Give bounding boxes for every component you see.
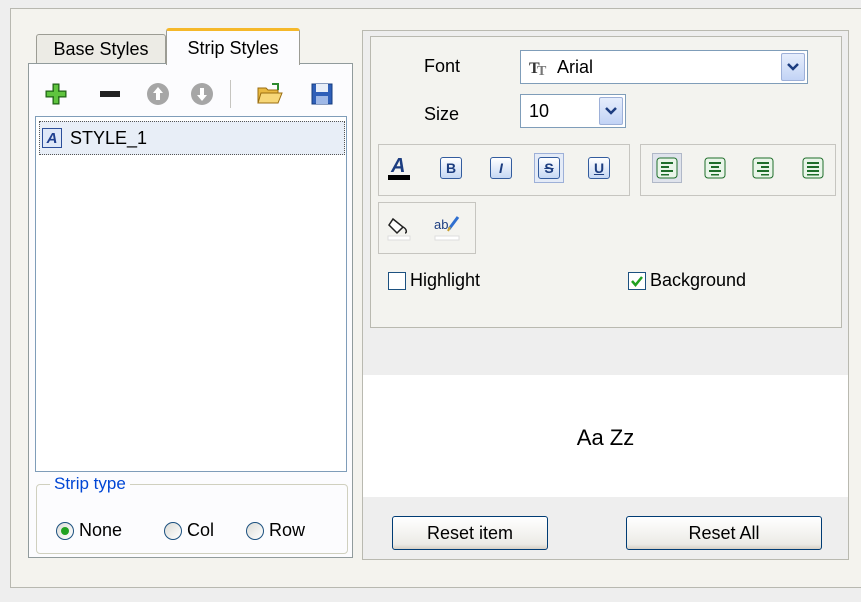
radio-col-label: Col bbox=[187, 520, 215, 540]
underline-icon: U bbox=[588, 157, 610, 179]
svg-text:A: A bbox=[390, 155, 405, 177]
chevron-down-icon bbox=[605, 107, 617, 115]
list-item-label: STYLE_1 bbox=[70, 127, 148, 148]
strip-type-group bbox=[36, 484, 348, 554]
tab-base-styles[interactable]: Base Styles bbox=[36, 34, 166, 64]
background-label: Background bbox=[650, 270, 747, 290]
highlight-checkbox[interactable]: Highlight bbox=[388, 270, 480, 291]
list-item[interactable]: A STYLE_1 bbox=[39, 121, 345, 155]
reset-item-button[interactable]: Reset item bbox=[392, 516, 548, 550]
align-center-icon bbox=[704, 157, 726, 179]
tab-strip-styles[interactable]: Strip Styles bbox=[166, 28, 300, 65]
radio-row-label: Row bbox=[269, 520, 306, 540]
reset-all-button[interactable]: Reset All bbox=[626, 516, 822, 550]
svg-text:ab: ab bbox=[434, 217, 448, 232]
svg-text:T: T bbox=[537, 64, 547, 76]
font-value: Arial bbox=[557, 56, 594, 77]
align-center-button[interactable] bbox=[700, 153, 730, 183]
move-down-button[interactable] bbox=[186, 78, 218, 110]
checkbox-box bbox=[388, 271, 406, 290]
italic-icon: I bbox=[490, 157, 512, 179]
move-up-button[interactable] bbox=[142, 78, 174, 110]
remove-icon bbox=[100, 91, 120, 97]
open-button[interactable] bbox=[254, 78, 286, 110]
underline-button[interactable]: U bbox=[584, 153, 614, 183]
align-justify-button[interactable] bbox=[798, 153, 828, 183]
tab-strip-styles-label: Strip Styles bbox=[187, 37, 279, 58]
styles-list[interactable]: A STYLE_1 bbox=[35, 116, 347, 472]
align-left-icon bbox=[656, 157, 678, 179]
radio-none[interactable]: None bbox=[56, 520, 122, 541]
remove-button[interactable] bbox=[94, 78, 126, 110]
save-button[interactable] bbox=[306, 78, 338, 110]
highlight-label: Highlight bbox=[410, 270, 481, 290]
strikeout-button[interactable]: S bbox=[534, 153, 564, 183]
tab-base-styles-label: Base Styles bbox=[53, 39, 149, 59]
checkbox-box bbox=[628, 271, 646, 290]
font-dropdown-arrow[interactable] bbox=[781, 53, 805, 81]
radio-none-label: None bbox=[79, 520, 123, 540]
radio-indicator bbox=[246, 521, 264, 540]
radio-indicator bbox=[56, 521, 74, 540]
add-button[interactable] bbox=[40, 78, 72, 110]
align-left-button[interactable] bbox=[652, 153, 682, 183]
check-icon bbox=[631, 275, 643, 287]
truetype-font-icon: T T bbox=[529, 60, 547, 76]
style-preview: Aa Zz bbox=[363, 375, 848, 497]
size-label: Size bbox=[424, 104, 460, 124]
align-right-button[interactable] bbox=[748, 153, 778, 183]
move-down-icon bbox=[191, 83, 213, 105]
size-dropdown-arrow[interactable] bbox=[599, 97, 623, 125]
move-up-icon bbox=[147, 83, 169, 105]
paint-bucket-icon bbox=[387, 217, 411, 241]
italic-button[interactable]: I bbox=[486, 153, 516, 183]
font-color-icon: A bbox=[388, 155, 410, 180]
chevron-down-icon bbox=[787, 63, 799, 71]
bold-icon: B bbox=[440, 157, 462, 179]
style-icon: A bbox=[42, 128, 62, 148]
save-icon bbox=[311, 83, 333, 105]
size-select[interactable]: 10 bbox=[520, 94, 626, 128]
radio-col[interactable]: Col bbox=[164, 520, 214, 541]
background-checkbox[interactable]: Background bbox=[628, 270, 746, 291]
text-color-icon: ab bbox=[434, 216, 460, 241]
align-right-icon bbox=[752, 157, 774, 179]
font-color-button[interactable]: A bbox=[384, 153, 414, 183]
toolbar-separator bbox=[230, 80, 231, 108]
bold-button[interactable]: B bbox=[436, 153, 466, 183]
radio-indicator bbox=[164, 521, 182, 540]
strikeout-icon: S bbox=[538, 157, 560, 179]
font-select[interactable]: T T Arial bbox=[520, 50, 808, 84]
fill-color-button[interactable] bbox=[384, 212, 414, 242]
size-value: 10 bbox=[529, 100, 550, 121]
font-label: Font bbox=[424, 56, 461, 76]
text-color-button[interactable]: ab bbox=[432, 212, 462, 242]
preview-text: Aa Zz bbox=[576, 425, 635, 450]
strip-type-legend: Strip type bbox=[50, 474, 130, 494]
align-justify-icon bbox=[802, 157, 824, 179]
radio-row[interactable]: Row bbox=[246, 520, 305, 541]
open-folder-icon bbox=[257, 83, 283, 104]
add-icon bbox=[45, 83, 67, 105]
